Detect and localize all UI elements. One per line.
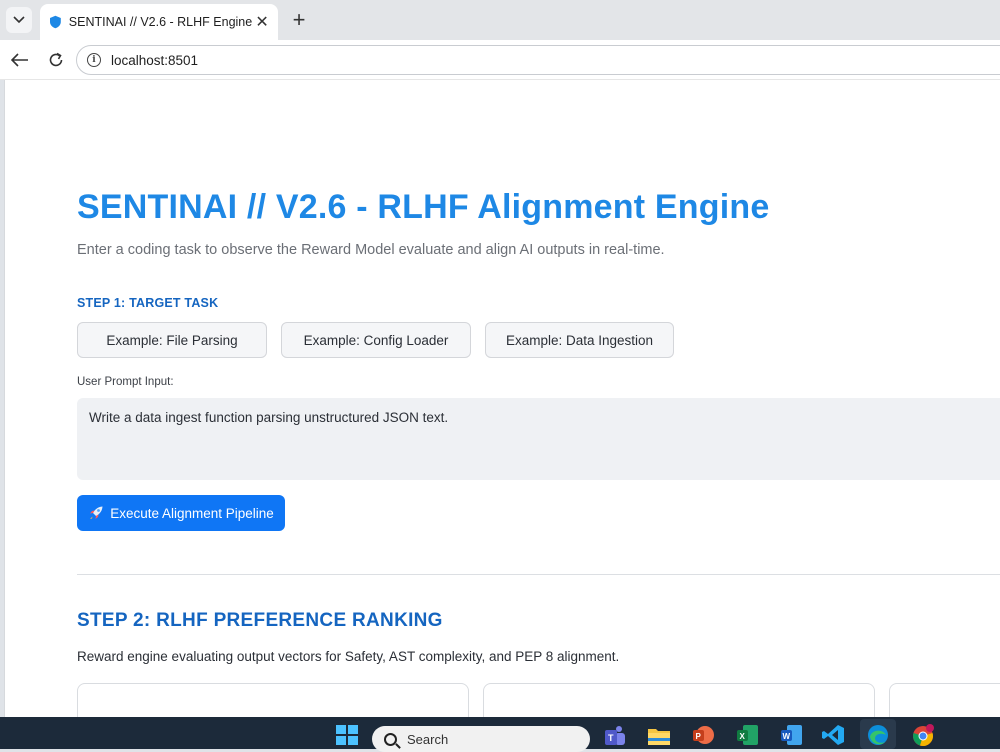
excel-icon[interactable]: X — [734, 723, 760, 747]
reload-icon[interactable] — [44, 48, 68, 72]
vscode-icon[interactable] — [820, 723, 846, 747]
teams-icon[interactable]: T — [602, 723, 628, 747]
word-icon[interactable]: W — [778, 723, 804, 747]
prompt-input-label: User Prompt Input: — [77, 376, 174, 388]
rocket-icon — [90, 506, 103, 519]
tab-close-icon[interactable]: ✕ — [252, 11, 272, 33]
step2-description: Reward engine evaluating output vectors … — [77, 649, 620, 664]
powerpoint-icon[interactable]: P — [690, 723, 716, 747]
shield-favicon-icon — [50, 15, 61, 29]
taskbar-search[interactable]: Search — [372, 726, 590, 752]
step2-heading: STEP 2: RLHF PREFERENCE RANKING — [77, 610, 443, 631]
tab-search-chevron-icon[interactable] — [6, 7, 32, 33]
taskbar-search-placeholder: Search — [407, 731, 449, 747]
execute-pipeline-button[interactable]: Execute Alignment Pipeline — [77, 495, 285, 531]
page-viewport: SENTINAI // V2.6 - RLHF Alignment Engine… — [4, 80, 1000, 717]
example-config-loader-button[interactable]: Example: Config Loader — [281, 322, 471, 358]
page-subtitle: Enter a coding task to observe the Rewar… — [77, 242, 665, 258]
ranking-card-1 — [77, 683, 469, 717]
chrome-icon[interactable] — [910, 723, 936, 747]
svg-text:P: P — [696, 732, 702, 741]
back-arrow-icon[interactable] — [8, 48, 32, 72]
example-data-ingestion-button[interactable]: Example: Data Ingestion — [485, 322, 674, 358]
prompt-textarea[interactable]: Write a data ingest function parsing uns… — [77, 398, 1000, 480]
example-file-parsing-button[interactable]: Example: File Parsing — [77, 322, 267, 358]
windows-start-icon[interactable] — [334, 723, 360, 747]
new-tab-button[interactable]: + — [286, 7, 312, 33]
execute-pipeline-label: Execute Alignment Pipeline — [110, 505, 274, 521]
search-icon — [384, 732, 397, 746]
browser-toolbar: i localhost:8501 — [0, 40, 1000, 80]
site-info-icon[interactable]: i — [87, 53, 101, 67]
step1-heading: STEP 1: TARGET TASK — [77, 296, 219, 310]
edge-icon[interactable] — [865, 723, 891, 747]
url-text: localhost:8501 — [111, 52, 199, 68]
browser-tab-bar: SENTINAI // V2.6 - RLHF Engine ✕ + — [0, 0, 1000, 40]
ranking-card-2 — [483, 683, 875, 717]
svg-text:W: W — [783, 732, 791, 741]
ranking-card-3 — [889, 683, 1000, 717]
page-title: SENTINAI // V2.6 - RLHF Alignment Engine — [77, 188, 770, 226]
svg-text:X: X — [740, 732, 746, 741]
address-bar[interactable]: i localhost:8501 — [76, 45, 1000, 75]
active-tab[interactable]: SENTINAI // V2.6 - RLHF Engine ✕ — [40, 4, 278, 40]
file-explorer-icon[interactable] — [646, 723, 672, 747]
os-taskbar: Search T P X W — [0, 717, 1000, 752]
tab-title: SENTINAI // V2.6 - RLHF Engine — [68, 15, 253, 29]
section-divider — [77, 574, 1000, 575]
example-buttons: Example: File Parsing Example: Config Lo… — [77, 322, 674, 358]
svg-text:T: T — [608, 733, 614, 743]
